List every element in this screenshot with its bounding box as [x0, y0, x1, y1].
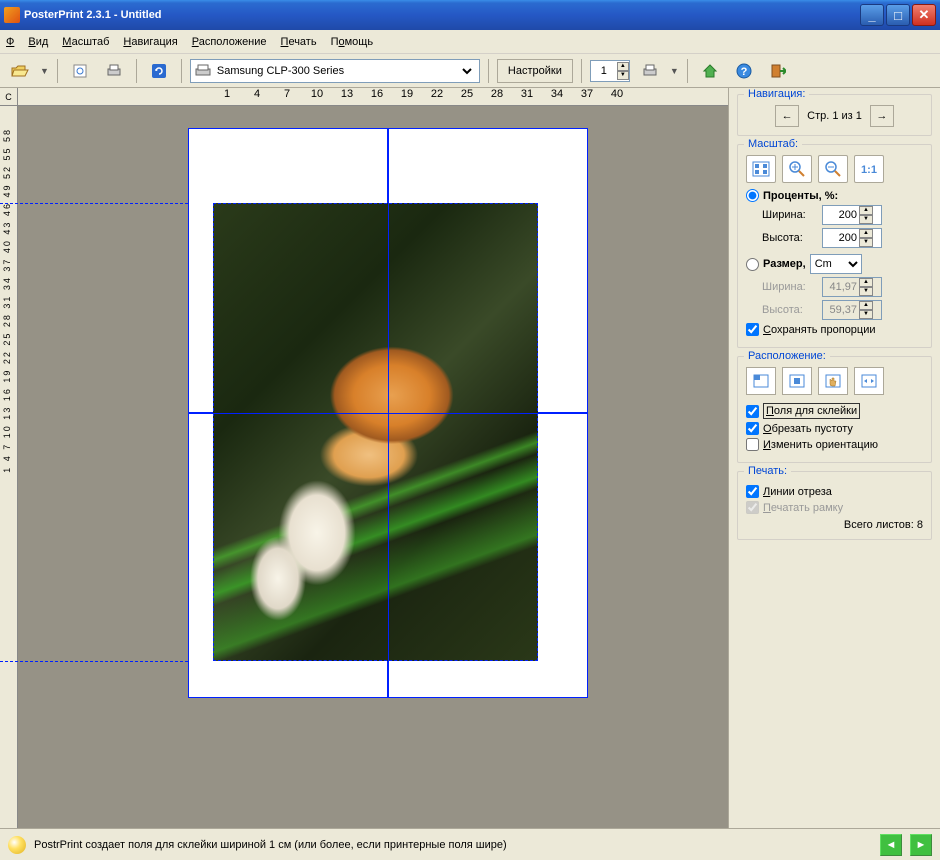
height-cm-label: Высота:: [762, 304, 818, 316]
keep-aspect-label: Сохранять пропорции: [763, 324, 876, 336]
print-group: Печать: Линии отреза Печатать рамку Всег…: [737, 471, 932, 540]
print-frame-label: Печатать рамку: [763, 502, 843, 514]
scale-title: Масштаб:: [744, 138, 802, 150]
pos-center-button[interactable]: [782, 367, 812, 395]
position-group: Расположение: Поля для склейки Обрезать …: [737, 356, 932, 463]
height-pct-label: Высота:: [762, 232, 818, 244]
width-percent-input[interactable]: ▲▼: [822, 205, 882, 225]
pos-topleft-button[interactable]: [746, 367, 776, 395]
print-button[interactable]: [100, 57, 128, 85]
hint-icon: [8, 836, 26, 854]
scale-group: Масштаб: 1:1 Проценты, %: Ширина: ▲▼ Выс…: [737, 144, 932, 348]
dropdown-arrow-icon-2[interactable]: ▼: [670, 66, 679, 76]
exit-button[interactable]: [764, 57, 792, 85]
ruler-vertical: 1 4 7 10 13 16 19 22 25 28 31 34 37 40 4…: [0, 88, 18, 828]
print-preview-button[interactable]: [66, 57, 94, 85]
side-panel: Навигация: ← Стр. 1 из 1 → Масштаб: 1:1 …: [728, 88, 940, 828]
keep-aspect-checkbox[interactable]: [746, 323, 759, 336]
minimize-button[interactable]: _: [860, 4, 884, 26]
window-title: PosterPrint 2.3.1 - Untitled: [24, 9, 860, 21]
position-title: Расположение:: [744, 350, 830, 362]
page-next-button[interactable]: →: [870, 105, 894, 127]
size-label: Размер,: [763, 258, 806, 270]
ruler-h-ticks: 1471013161922252831343740: [215, 88, 629, 100]
copies-down[interactable]: ▼: [617, 71, 629, 80]
menu-scale[interactable]: Масштаб: [62, 36, 109, 48]
zoom-actual-button[interactable]: 1:1: [854, 155, 884, 183]
close-button[interactable]: ✕: [912, 4, 936, 26]
cut-lines-checkbox[interactable]: [746, 485, 759, 498]
menu-navigation[interactable]: Навигация: [123, 36, 177, 48]
height-cm-input: ▲▼: [822, 300, 882, 320]
pos-stretch-button[interactable]: [854, 367, 884, 395]
maximize-button[interactable]: □: [886, 4, 910, 26]
image-content[interactable]: [213, 203, 538, 661]
menubar: Ф Вид Масштаб Навигация Расположение Печ…: [0, 30, 940, 54]
copies-field[interactable]: [595, 65, 613, 77]
navigation-title: Навигация:: [744, 88, 809, 100]
print2-button[interactable]: [636, 57, 664, 85]
menu-help[interactable]: Помощь: [331, 36, 374, 48]
printer-settings-button[interactable]: Настройки: [497, 59, 573, 83]
menu-view[interactable]: Вид: [28, 36, 48, 48]
printer-dropdown[interactable]: Samsung CLP-300 Series: [213, 64, 475, 78]
open-button[interactable]: [6, 57, 34, 85]
status-text: PostrPrint создает поля для склейки шири…: [34, 839, 872, 851]
unit-select[interactable]: Cm: [810, 254, 862, 274]
ruler-horizontal: 1471013161922252831343740: [0, 88, 728, 106]
page-indicator: Стр. 1 из 1: [807, 110, 862, 122]
home-button[interactable]: [696, 57, 724, 85]
zoom-in-button[interactable]: [782, 155, 812, 183]
ruler-corner: С: [0, 88, 18, 106]
height-percent-input[interactable]: ▲▼: [822, 228, 882, 248]
ruler-v-ticks: 1 4 7 10 13 16 19 22 25 28 31 34 37 40 4…: [2, 128, 12, 473]
change-orient-label: Изменить ориентацию: [763, 439, 878, 451]
help-button[interactable]: ?: [730, 57, 758, 85]
total-sheets: Всего листов: 8: [746, 517, 923, 531]
menu-position[interactable]: Расположение: [192, 36, 267, 48]
printer-icon: [195, 64, 213, 78]
status-next-button[interactable]: ►: [910, 834, 932, 856]
pos-hand-button[interactable]: [818, 367, 848, 395]
page-prev-button[interactable]: ←: [775, 105, 799, 127]
viewport[interactable]: [18, 106, 728, 828]
cut-lines-label: Линии отреза: [763, 486, 832, 498]
glue-margins-checkbox[interactable]: [746, 405, 759, 418]
page-grid: [188, 128, 588, 698]
glue-margins-label: Поля для склейки: [763, 403, 860, 419]
copies-input[interactable]: ▲▼: [590, 60, 630, 82]
printer-select[interactable]: Samsung CLP-300 Series: [190, 59, 480, 83]
zoom-out-button[interactable]: [818, 155, 848, 183]
width-cm-label: Ширина:: [762, 281, 818, 293]
print-frame-checkbox: [746, 501, 759, 514]
crop-empty-checkbox[interactable]: [746, 422, 759, 435]
zoom-fit-button[interactable]: [746, 155, 776, 183]
svg-text:1:1: 1:1: [861, 164, 877, 176]
titlebar: PosterPrint 2.3.1 - Untitled _ □ ✕: [0, 0, 940, 30]
menu-file[interactable]: Ф: [6, 36, 14, 48]
copies-up[interactable]: ▲: [617, 62, 629, 71]
toolbar: ▼ Samsung CLP-300 Series Настройки ▲▼ ▼ …: [0, 54, 940, 88]
navigation-group: Навигация: ← Стр. 1 из 1 →: [737, 94, 932, 136]
statusbar: PostrPrint создает поля для склейки шири…: [0, 828, 940, 860]
app-icon: [4, 7, 20, 23]
status-prev-button[interactable]: ◄: [880, 834, 902, 856]
crop-empty-label: Обрезать пустоту: [763, 423, 853, 435]
percent-radio[interactable]: [746, 189, 759, 202]
print-title: Печать:: [744, 465, 791, 477]
width-cm-input: ▲▼: [822, 277, 882, 297]
width-pct-label: Ширина:: [762, 209, 818, 221]
refresh-button[interactable]: [145, 57, 173, 85]
size-radio[interactable]: [746, 258, 759, 271]
svg-text:?: ?: [740, 66, 747, 78]
percent-label: Проценты, %:: [763, 190, 838, 202]
change-orient-checkbox[interactable]: [746, 438, 759, 451]
dropdown-arrow-icon[interactable]: ▼: [40, 66, 49, 76]
menu-print[interactable]: Печать: [281, 36, 317, 48]
canvas-area: С 1471013161922252831343740 1 4 7 10 13 …: [0, 88, 728, 828]
